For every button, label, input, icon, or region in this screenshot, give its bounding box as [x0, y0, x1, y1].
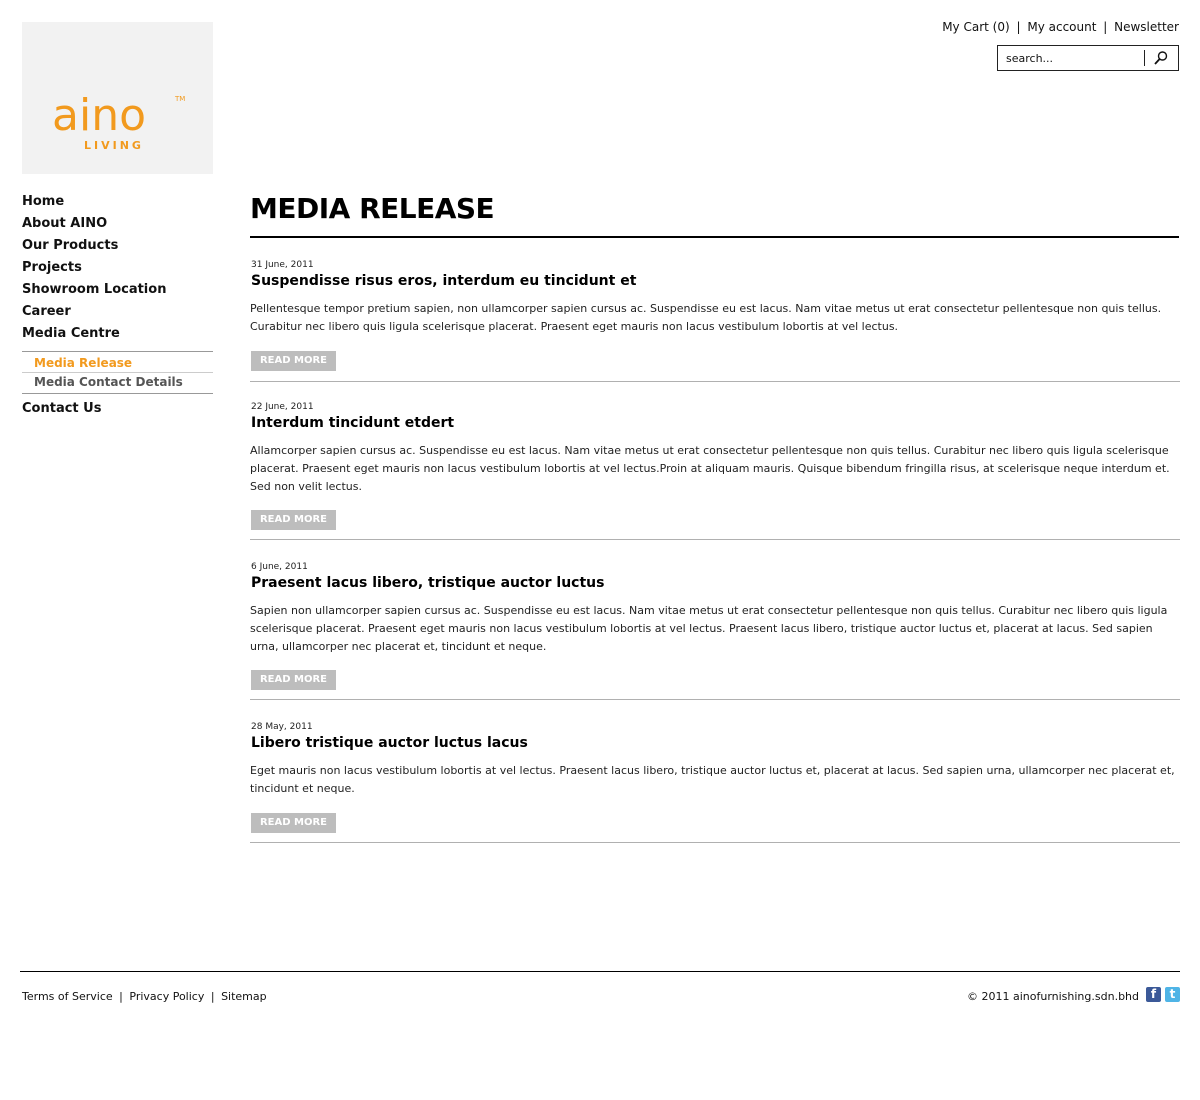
subnav-item-media-release[interactable]: Media Release	[22, 354, 213, 373]
logo-wordmark: aino	[52, 90, 146, 141]
logo-subtitle: LIVING	[84, 139, 144, 152]
footer-link-privacy[interactable]: Privacy Policy	[129, 990, 204, 1003]
sidebar-item-about[interactable]: About AINO	[22, 214, 213, 236]
footer-link-terms[interactable]: Terms of Service	[22, 990, 113, 1003]
footer-link-separator: |	[210, 990, 215, 1003]
article-divider	[250, 842, 1180, 843]
logo[interactable]: aino TM LIVING	[22, 22, 213, 174]
article-body: Allamcorper sapien cursus ac. Suspendiss…	[250, 444, 1170, 493]
search-box	[997, 45, 1179, 71]
top-link-separator: |	[1103, 20, 1108, 34]
article-divider	[250, 699, 1180, 700]
read-more-button[interactable]: READ MORE	[251, 351, 336, 371]
sidebar-item-contact[interactable]: Contact Us	[22, 401, 101, 416]
article-body: Sapien non ullamcorper sapien cursus ac.…	[250, 604, 1168, 653]
footer-divider	[20, 971, 1180, 972]
article-item: 22 June, 2011 Interdum tincidunt etdert …	[250, 402, 1180, 540]
newsletter-link[interactable]: Newsletter	[1114, 20, 1179, 34]
article-item: 6 June, 2011 Praesent lacus libero, tris…	[250, 562, 1180, 700]
article-headline[interactable]: Interdum tincidunt etdert	[251, 415, 454, 431]
sidebar-item-showroom[interactable]: Showroom Location	[22, 280, 213, 302]
page-title: MEDIA RELEASE	[250, 192, 495, 225]
search-divider	[1144, 50, 1145, 66]
sidebar-item-products[interactable]: Our Products	[22, 236, 213, 258]
twitter-glyph: t	[1169, 987, 1176, 1001]
article-item: 28 May, 2011 Libero tristique auctor luc…	[250, 722, 1180, 843]
footer-link-separator: |	[119, 990, 123, 1003]
sidebar-subnav: Media Release Media Contact Details	[22, 351, 213, 394]
top-link-separator: |	[1016, 20, 1021, 34]
facebook-glyph: f	[1150, 987, 1157, 1001]
article-divider	[250, 381, 1180, 382]
article-headline[interactable]: Libero tristique auctor luctus lacus	[251, 735, 528, 751]
my-account-link[interactable]: My account	[1027, 20, 1096, 34]
twitter-icon[interactable]: t	[1165, 987, 1180, 1002]
top-links: My Cart (0) | My account | Newsletter	[942, 20, 1179, 34]
logo-trademark: TM	[175, 95, 186, 103]
read-more-button[interactable]: READ MORE	[251, 813, 336, 833]
article-headline[interactable]: Praesent lacus libero, tristique auctor …	[251, 575, 604, 591]
article-date: 6 June, 2011	[251, 562, 308, 572]
article-date: 31 June, 2011	[251, 260, 314, 270]
sidebar-item-media-centre[interactable]: Media Centre	[22, 324, 213, 346]
article-body: Eget mauris non lacus vestibulum loborti…	[250, 764, 1175, 795]
footer-link-sitemap[interactable]: Sitemap	[221, 990, 267, 1003]
article-date: 28 May, 2011	[251, 722, 313, 732]
sidebar-nav: Home About AINO Our Products Projects Sh…	[22, 192, 213, 346]
copyright-text: © 2011 ainofurnishing.sdn.bhd	[966, 990, 1139, 1003]
sidebar-item-career[interactable]: Career	[22, 302, 213, 324]
article-item: 31 June, 2011 Suspendisse risus eros, in…	[250, 260, 1180, 382]
search-input[interactable]	[1006, 50, 1136, 66]
facebook-icon[interactable]: f	[1146, 987, 1161, 1002]
my-cart-link[interactable]: My Cart (0)	[942, 20, 1009, 34]
article-date: 22 June, 2011	[251, 402, 314, 412]
read-more-button[interactable]: READ MORE	[251, 510, 336, 530]
article-body: Pellentesque tempor pretium sapien, non …	[250, 302, 1162, 333]
article-divider	[250, 539, 1180, 540]
title-divider	[250, 236, 1179, 238]
search-button[interactable]	[1150, 49, 1172, 67]
article-headline[interactable]: Suspendisse risus eros, interdum eu tinc…	[251, 273, 636, 289]
sidebar-item-home[interactable]: Home	[22, 192, 213, 214]
search-icon	[1154, 51, 1168, 65]
subnav-item-media-contact[interactable]: Media Contact Details	[22, 373, 213, 392]
read-more-button[interactable]: READ MORE	[251, 670, 336, 690]
footer-links: Terms of Service | Privacy Policy | Site…	[22, 990, 267, 1003]
sidebar-item-projects[interactable]: Projects	[22, 258, 213, 280]
